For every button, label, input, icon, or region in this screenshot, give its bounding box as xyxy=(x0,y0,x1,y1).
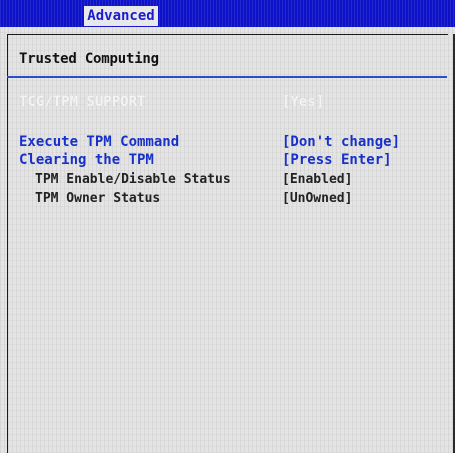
menu-bar: Advanced xyxy=(0,0,455,27)
setting-value[interactable]: [Don't change] xyxy=(282,134,400,150)
setting-value: [UnOwned] xyxy=(282,191,353,206)
title-divider xyxy=(7,76,447,78)
setting-label: TPM Enable/Disable Status xyxy=(35,172,231,187)
setting-label: TCG/TPM SUPPORT xyxy=(19,94,146,110)
setting-row-tpm-owner-status: TPM Owner Status [UnOwned] xyxy=(0,191,455,209)
setting-row-tpm-enable-status: TPM Enable/Disable Status [Enabled] xyxy=(0,172,455,190)
setting-row-execute-tpm-command[interactable]: Execute TPM Command [Don't change] xyxy=(0,134,455,152)
setting-value: [Enabled] xyxy=(282,172,353,187)
setting-value: [Yes] xyxy=(282,94,325,110)
setting-row-clearing-the-tpm[interactable]: Clearing the TPM [Press Enter] xyxy=(0,152,455,170)
setting-row-tcg-tpm-support: TCG/TPM SUPPORT [Yes] xyxy=(0,94,455,112)
page-title: Trusted Computing xyxy=(19,51,159,67)
setting-value[interactable]: [Press Enter] xyxy=(282,152,392,168)
setting-label: Clearing the TPM xyxy=(19,152,154,168)
setting-label: TPM Owner Status xyxy=(35,191,161,206)
bios-screen: Advanced Trusted Computing TCG/TPM SUPPO… xyxy=(0,0,455,453)
tab-advanced[interactable]: Advanced xyxy=(84,6,158,26)
setting-label: Execute TPM Command xyxy=(19,134,180,150)
